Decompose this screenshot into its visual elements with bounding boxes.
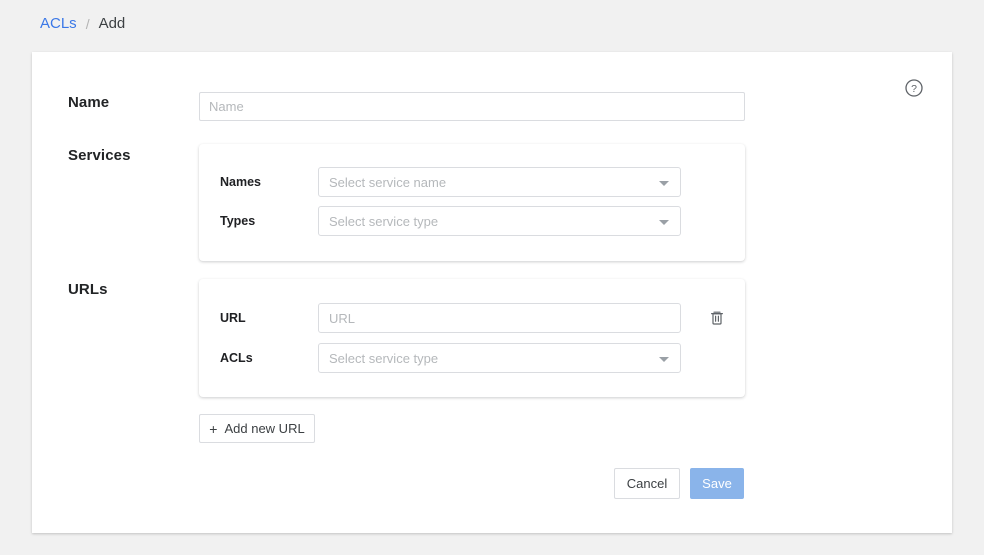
- add-new-url-label: Add new URL: [224, 421, 304, 436]
- chevron-down-icon: [659, 220, 669, 225]
- services-types-placeholder: Select service type: [329, 214, 438, 229]
- url-row: URL: [199, 303, 745, 333]
- trash-icon[interactable]: [708, 309, 726, 327]
- services-names-row: Names Select service name: [199, 167, 745, 197]
- urls-section-label: URLs: [68, 281, 108, 298]
- services-names-select[interactable]: Select service name: [318, 167, 681, 197]
- services-names-label: Names: [220, 175, 261, 189]
- chevron-down-icon: [659, 181, 669, 186]
- cancel-button[interactable]: Cancel: [614, 468, 680, 499]
- acl-form-card: ? Name Services Names Select service nam…: [32, 52, 952, 533]
- services-types-select[interactable]: Select service type: [318, 206, 681, 236]
- breadcrumb: ACLs / Add: [40, 14, 125, 34]
- url-acls-label: ACLs: [220, 351, 253, 365]
- save-button[interactable]: Save: [690, 468, 744, 499]
- breadcrumb-separator: /: [86, 14, 90, 34]
- services-types-row: Types Select service type: [199, 206, 745, 236]
- name-input[interactable]: [199, 92, 745, 121]
- breadcrumb-current-add: Add: [99, 14, 126, 34]
- url-input[interactable]: [318, 303, 681, 333]
- urls-panel: URL ACLs Select service type: [199, 279, 745, 397]
- plus-icon: +: [209, 422, 217, 436]
- breadcrumb-link-acls[interactable]: ACLs: [40, 14, 77, 34]
- name-section-label: Name: [68, 94, 109, 111]
- services-names-placeholder: Select service name: [329, 175, 446, 190]
- services-types-label: Types: [220, 214, 255, 228]
- url-acls-row: ACLs Select service type: [199, 343, 745, 373]
- services-panel: Names Select service name Types Select s…: [199, 144, 745, 261]
- svg-text:?: ?: [911, 83, 917, 95]
- services-section-label: Services: [68, 147, 131, 164]
- url-acls-placeholder: Select service type: [329, 351, 438, 366]
- add-new-url-button[interactable]: + Add new URL: [199, 414, 315, 443]
- help-circle-icon[interactable]: ?: [904, 78, 924, 98]
- chevron-down-icon: [659, 357, 669, 362]
- url-acls-select[interactable]: Select service type: [318, 343, 681, 373]
- url-label: URL: [220, 311, 246, 325]
